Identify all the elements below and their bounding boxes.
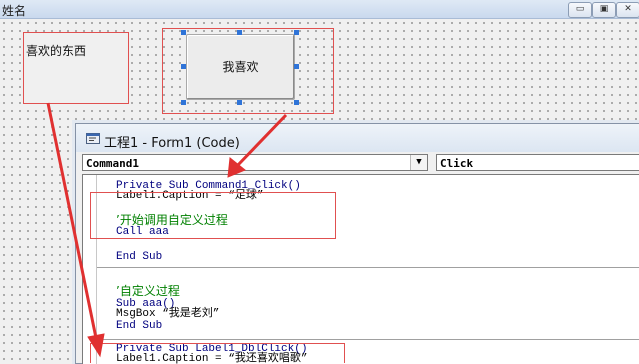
procedure-separator [97,267,639,268]
minimize-button[interactable]: ▭ [568,2,592,18]
dblclick-code-annotation-box [90,343,345,363]
resize-handle[interactable] [294,100,299,105]
code-line: End Sub [116,320,163,332]
close-button[interactable]: ✕ [616,2,639,18]
resize-handle[interactable] [181,100,186,105]
code-line: MsgBox “我是老刘” [116,308,220,320]
code-window-title: 工程1 - Form1 (Code) [104,136,240,151]
label1-control[interactable]: 喜欢的东西 [23,32,129,104]
resize-handle[interactable] [181,64,186,69]
resize-handle[interactable] [181,30,186,35]
code-window-title-bar: 工程1 - Form1 (Code) [76,124,639,152]
command1-button[interactable]: 我喜欢 [186,34,295,100]
chevron-down-icon[interactable]: ▼ [410,155,427,170]
resize-handle[interactable] [294,64,299,69]
form-title: 姓名 [2,4,27,18]
resize-handle[interactable] [237,30,242,35]
maximize-button[interactable]: ▣ [592,2,616,18]
code-window-icon [86,133,100,144]
object-combo[interactable]: Command1 ▼ [82,154,428,171]
code-line: End Sub [116,251,163,263]
code-window: 工程1 - Form1 (Code) Command1 ▼ Click Priv… [75,123,639,364]
form-title-bar: 姓名 ▭ ▣ ✕ [0,0,639,19]
procedure-combo[interactable]: Click [436,154,639,171]
click-code-annotation-box [90,192,336,239]
procedure-separator [97,339,639,340]
label1-caption: 喜欢的东西 [26,44,87,58]
object-combo-value: Command1 [86,157,139,170]
procedure-combo-value: Click [440,157,474,170]
resize-handle[interactable] [294,30,299,35]
resize-handle[interactable] [237,100,242,105]
code-comment-line: ’自定义过程 [116,284,180,298]
